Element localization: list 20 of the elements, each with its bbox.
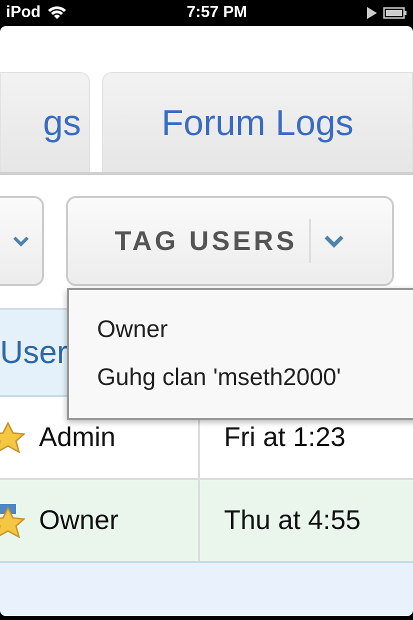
time-cell: Thu at 4:55 — [224, 505, 361, 536]
menu-item[interactable]: Owner — [97, 316, 413, 344]
menu-item[interactable]: Guhg clan 'mseth2000' — [97, 364, 413, 392]
wifi-icon — [46, 6, 67, 20]
carrier-label: iPod — [6, 4, 41, 22]
medal-icon — [0, 504, 25, 538]
time-cell: Fri at 1:23 — [224, 422, 346, 453]
column-header: User — [0, 334, 68, 371]
dropdown-button[interactable]: TAG USERS — [66, 196, 394, 286]
clock-label: 7:57 PM — [186, 4, 248, 22]
tab[interactable]: Forum Logs — [102, 72, 413, 172]
battery-icon — [382, 7, 407, 19]
chevron-down-icon — [323, 234, 346, 248]
user-cell: Owner — [39, 505, 119, 536]
tab[interactable]: gs — [0, 72, 90, 172]
play-icon — [366, 7, 377, 19]
chevron-down-icon — [12, 234, 30, 248]
star-icon — [0, 422, 25, 453]
user-cell: Admin — [39, 422, 116, 453]
chevron-button[interactable] — [0, 196, 44, 286]
